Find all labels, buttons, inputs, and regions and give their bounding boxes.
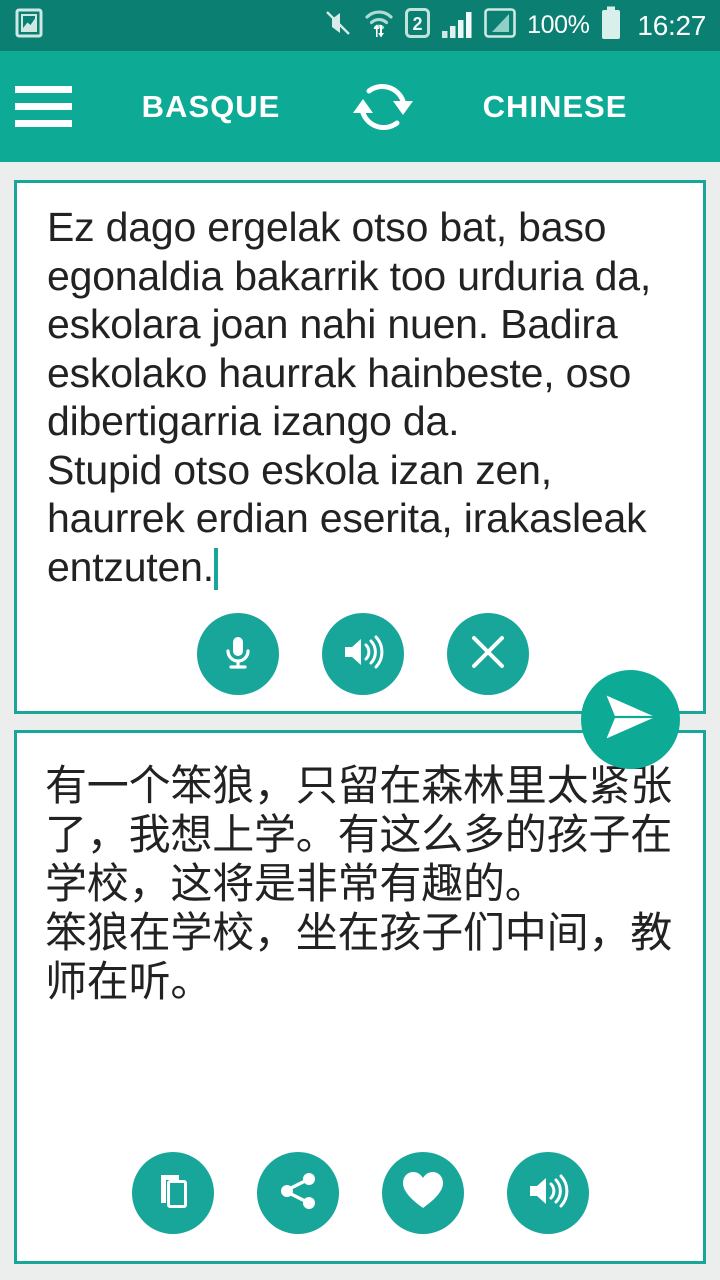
- clock-label: 16:27: [637, 9, 706, 41]
- close-icon: [466, 630, 510, 679]
- swap-languages-icon[interactable]: [336, 51, 430, 162]
- share-button[interactable]: [256, 1152, 339, 1234]
- app-screen: 2 100% 16:27 BASQUE CHINESE Ez dago erge…: [0, 0, 720, 1280]
- status-bar-notifications: [14, 7, 44, 44]
- speaker-icon: [525, 1169, 571, 1218]
- battery-percent-label: 100%: [527, 11, 590, 39]
- menu-bar-1: [14, 86, 72, 93]
- mobile-data-icon: [484, 7, 516, 44]
- favorite-button[interactable]: [381, 1152, 464, 1234]
- hamburger-menu-icon[interactable]: [0, 51, 86, 162]
- microphone-button[interactable]: [197, 613, 279, 695]
- menu-bar-2: [14, 103, 72, 110]
- status-bar: 2 100% 16:27: [0, 0, 720, 51]
- speak-translation-button[interactable]: [506, 1152, 589, 1234]
- clear-button[interactable]: [447, 613, 529, 695]
- app-bar: BASQUE CHINESE: [0, 51, 720, 162]
- send-paper-plane-icon: [600, 690, 662, 749]
- sim2-icon: 2: [405, 7, 431, 44]
- mute-icon: [323, 8, 353, 43]
- signal-bars-icon: [441, 7, 473, 44]
- copy-icon: [151, 1169, 195, 1218]
- source-text-card[interactable]: Ez dago ergelak otso bat, baso egonaldia…: [14, 180, 706, 714]
- microphone-icon: [216, 630, 260, 679]
- heart-icon: [400, 1169, 446, 1218]
- target-action-row: [14, 1152, 706, 1234]
- wifi-transfer-icon: [364, 7, 394, 44]
- target-language-selector[interactable]: CHINESE: [430, 89, 680, 125]
- share-icon: [276, 1169, 320, 1218]
- text-caret: [213, 547, 218, 590]
- copy-button[interactable]: [131, 1152, 214, 1234]
- svg-text:2: 2: [413, 14, 423, 34]
- send-button[interactable]: [581, 670, 680, 769]
- source-language-selector[interactable]: BASQUE: [86, 89, 336, 125]
- speaker-icon: [340, 630, 386, 679]
- status-bar-icons: 2 100% 16:27: [323, 6, 706, 45]
- speak-button[interactable]: [322, 613, 404, 695]
- battery-full-icon: [600, 6, 622, 45]
- source-text-value: Ez dago ergelak otso bat, baso egonaldia…: [47, 204, 652, 590]
- source-text-input[interactable]: Ez dago ergelak otso bat, baso egonaldia…: [47, 203, 683, 591]
- image-notification-icon: [14, 7, 44, 44]
- translated-text: 有一个笨狼，只留在森林里太紧张了，我想上学。有这么多的孩子在学校，这将是非常有趣…: [45, 762, 673, 1005]
- menu-bar-3: [14, 120, 72, 127]
